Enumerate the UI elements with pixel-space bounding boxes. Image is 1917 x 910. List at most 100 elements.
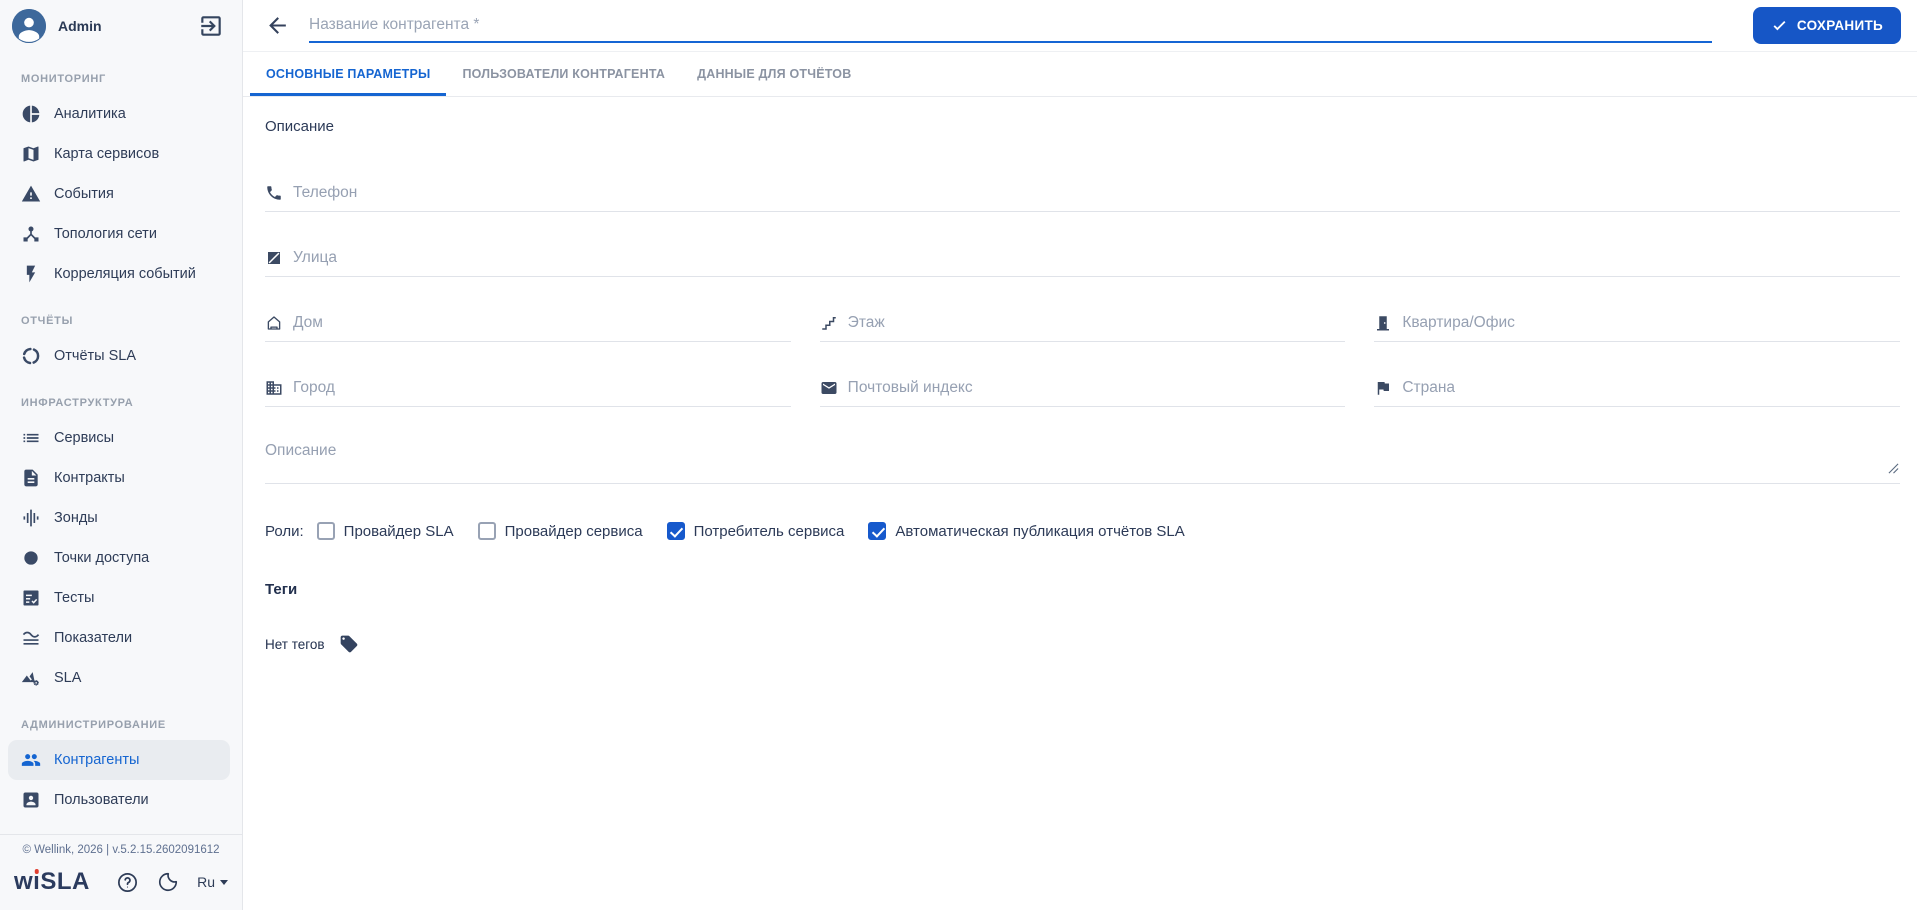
resize-grip-icon[interactable] <box>1888 461 1899 479</box>
checkbox[interactable] <box>316 522 335 540</box>
sidebar-item-probes[interactable]: Зонды <box>0 498 242 538</box>
sidebar-item-label: Топология сети <box>54 226 157 242</box>
sidebar-item-users[interactable]: Пользователи <box>0 780 242 820</box>
sidebar-item-label: Аналитика <box>54 106 126 122</box>
description-section-title: Описание <box>265 118 335 135</box>
phone-input[interactable] <box>293 184 1900 202</box>
back-icon[interactable] <box>265 13 290 38</box>
sidebar-item-analytics[interactable]: Аналитика <box>0 94 242 134</box>
sidebar-item-contracts[interactable]: Контракты <box>0 458 242 498</box>
tab-report-data[interactable]: ДАННЫЕ ДЛЯ ОТЧЁТОВ <box>681 52 867 96</box>
role-option-service-provider[interactable]: Провайдер сервиса <box>477 522 643 540</box>
country-input[interactable] <box>1402 379 1901 397</box>
city-field <box>265 379 791 407</box>
topology-icon <box>21 224 41 244</box>
main-area: СОХРАНИТЬ ОСНОВНЫЕ ПАРАМЕТРЫ ПОЛЬЗОВАТЕЛ… <box>243 0 1917 910</box>
sidebar-item-label: Зонды <box>54 510 98 526</box>
tag-icon[interactable] <box>339 634 359 654</box>
address-row-1 <box>265 314 1901 342</box>
phone-icon <box>265 184 283 202</box>
section-monitoring: МОНИТОРИНГ <box>21 73 106 85</box>
form-content: Описание Телефон Улица Дом Этаж Квартира… <box>243 97 1917 910</box>
sidebar-item-topology[interactable]: Топология сети <box>0 214 242 254</box>
logout-icon[interactable] <box>198 13 224 39</box>
save-button[interactable]: СОХРАНИТЬ <box>1752 7 1901 44</box>
no-tags-label: Нет тегов <box>265 636 325 652</box>
floor-input[interactable] <box>847 314 1346 332</box>
chevron-down-icon <box>220 879 228 885</box>
sidebar-item-label: Контракты <box>54 470 125 486</box>
sidebar-item-label: Карта сервисов <box>54 146 160 162</box>
door-icon <box>1374 314 1392 332</box>
house-field <box>265 314 791 342</box>
correlation-icon <box>21 264 41 284</box>
postal-field <box>819 379 1346 407</box>
tab-bar: ОСНОВНЫЕ ПАРАМЕТРЫ ПОЛЬЗОВАТЕЛИ КОНТРАГЕ… <box>243 52 1917 97</box>
city-input[interactable] <box>293 379 791 397</box>
country-field <box>1374 379 1901 407</box>
sidebar-item-services[interactable]: Сервисы <box>0 418 242 458</box>
version-label: © Wellink, 2026 | v.5.2.15.2602091612 <box>22 844 220 856</box>
sidebar-item-label: Сервисы <box>54 430 115 446</box>
sidebar-item-label: Отчёты SLA <box>54 348 137 364</box>
tests-icon <box>21 588 41 608</box>
language-label: Ru <box>197 874 215 890</box>
dark-mode-icon[interactable] <box>157 871 179 893</box>
sidebar-footer: © Wellink, 2026 | v.5.2.15.2602091612 wı… <box>0 834 242 910</box>
counterparty-name-input[interactable] <box>309 8 1712 43</box>
address-row-2 <box>265 379 1901 407</box>
tags-empty-row: Нет тегов <box>265 634 1900 654</box>
role-option-sla-provider[interactable]: Провайдер SLA <box>316 522 454 540</box>
sidebar-item-metrics[interactable]: Показатели <box>0 618 242 658</box>
contracts-icon <box>21 468 41 488</box>
house-input[interactable] <box>293 314 791 332</box>
role-option-label: Автоматическая публикация отчётов SLA <box>895 522 1185 540</box>
language-selector[interactable]: Ru <box>197 874 228 890</box>
tab-main-params[interactable]: ОСНОВНЫЕ ПАРАМЕТРЫ <box>250 52 447 96</box>
sidebar-item-counterparties[interactable]: Контрагенты <box>8 740 230 780</box>
house-icon <box>265 314 283 332</box>
role-option-auto-publish[interactable]: Автоматическая публикация отчётов SLA <box>868 522 1185 540</box>
help-icon[interactable] <box>116 871 139 894</box>
checkbox[interactable] <box>666 522 685 540</box>
apartment-input[interactable] <box>1402 314 1901 332</box>
checkbox[interactable] <box>868 522 887 540</box>
tags-section-title: Теги <box>265 581 298 598</box>
sidebar-item-label: События <box>54 186 114 202</box>
sidebar-item-label: Тесты <box>54 590 95 606</box>
app-window: Admin МОНИТОРИНГ Аналитика Карта сервисо… <box>0 0 1917 910</box>
floor-field <box>819 314 1346 342</box>
street-field <box>265 249 1900 277</box>
service-map-icon <box>21 144 41 164</box>
role-option-service-consumer[interactable]: Потребитель сервиса <box>666 522 845 540</box>
city-icon <box>265 379 283 397</box>
username-label: Admin <box>58 18 102 34</box>
sidebar-item-access-points[interactable]: Точки доступа <box>0 538 242 578</box>
street-input[interactable] <box>293 249 1900 267</box>
section-administration: АДМИНИСТРИРОВАНИЕ <box>21 719 166 731</box>
sidebar-item-label: Показатели <box>54 630 133 646</box>
sidebar-item-events[interactable]: События <box>0 174 242 214</box>
roles-row: Роли: Провайдер SLA Провайдер сервиса По… <box>265 522 1900 540</box>
sla-icon <box>21 668 41 688</box>
section-reports: ОТЧЁТЫ <box>21 315 74 327</box>
description-textarea[interactable] <box>265 434 1900 478</box>
wisla-logo: wıSLA <box>14 868 90 895</box>
postal-input[interactable] <box>847 379 1346 397</box>
sidebar-item-correlation[interactable]: Корреляция событий <box>0 254 242 294</box>
tab-counterparty-users[interactable]: ПОЛЬЗОВАТЕЛИ КОНТРАГЕНТА <box>446 52 681 96</box>
sidebar-user-header: Admin <box>0 0 242 52</box>
flag-icon <box>1374 379 1392 397</box>
sidebar-item-label: Корреляция событий <box>54 266 196 282</box>
services-icon <box>21 428 41 448</box>
role-option-label: Потребитель сервиса <box>693 522 845 540</box>
checkbox[interactable] <box>477 522 496 540</box>
save-button-label: СОХРАНИТЬ <box>1796 18 1883 33</box>
sidebar-item-label: SLA <box>54 670 82 686</box>
sidebar-item-sla-reports[interactable]: Отчёты SLA <box>0 336 242 376</box>
sidebar-item-tests[interactable]: Тесты <box>0 578 242 618</box>
sidebar-item-service-map[interactable]: Карта сервисов <box>0 134 242 174</box>
sidebar-item-label: Контрагенты <box>54 752 140 768</box>
sidebar-item-sla[interactable]: SLA <box>0 658 242 698</box>
user-avatar[interactable] <box>12 9 46 43</box>
